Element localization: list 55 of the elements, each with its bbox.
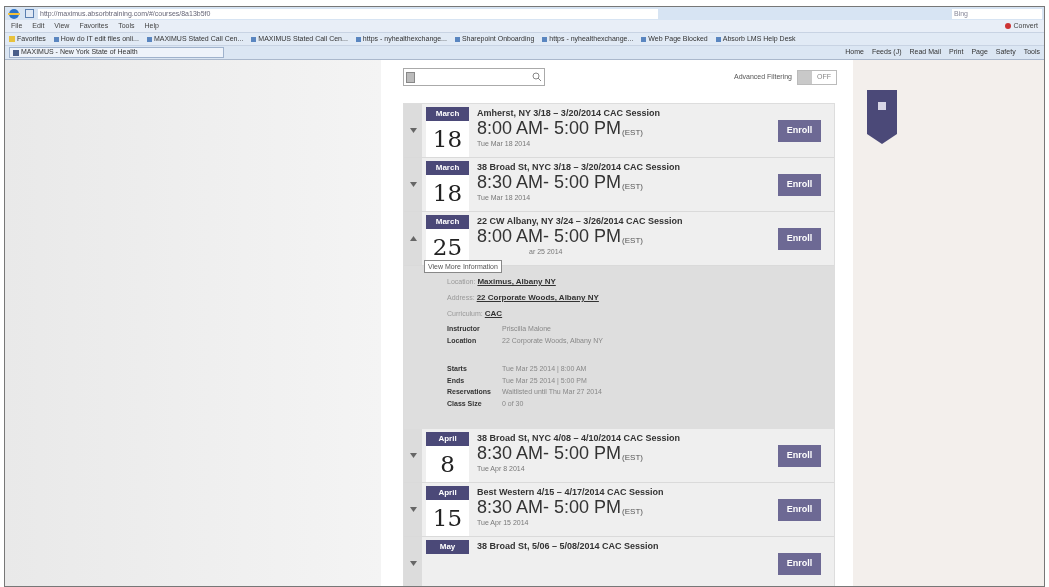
session-title: 38 Broad St, NYC 4/08 – 4/10/2014 CAC Session (477, 432, 682, 444)
time-zone: (EST) (622, 237, 643, 245)
page-icon (542, 36, 548, 42)
month-badge: April (426, 486, 469, 500)
month-badge: March (426, 107, 469, 121)
detail-link[interactable]: CAC (484, 308, 503, 320)
browser-logo-icon (7, 7, 21, 20)
caret-icon[interactable] (409, 561, 417, 566)
month-badge: May (426, 540, 469, 554)
time-zone: (EST) (622, 508, 643, 516)
session-title: 38 Broad St, NYC 3/18 – 3/20/2014 CAC Session (477, 161, 682, 173)
session-time: 8:00 AM- 5:00 PM (477, 119, 622, 137)
page-icon (641, 36, 647, 42)
page-icon (454, 36, 460, 42)
time-zone: (EST) (622, 129, 643, 137)
day-number: 18 (426, 175, 469, 211)
enroll-button[interactable]: Enroll (778, 173, 821, 196)
caret-icon[interactable] (409, 236, 417, 241)
day-number: 18 (426, 121, 469, 157)
enroll-button[interactable]: Enroll (778, 552, 821, 575)
tab-icon (13, 49, 19, 56)
detail-link[interactable]: Maximus, Albany NY (477, 276, 556, 288)
caret-icon[interactable] (409, 507, 417, 512)
caret-icon[interactable] (409, 453, 417, 458)
session-time: 8:00 AM- 5:00 PM (477, 227, 622, 245)
month-badge: March (426, 215, 469, 229)
enroll-button[interactable]: Enroll (778, 444, 821, 467)
enroll-button[interactable]: Enroll (778, 227, 821, 250)
caret-icon[interactable] (409, 128, 417, 133)
session-title: 38 Broad St, 5/06 – 5/08/2014 CAC Session (477, 540, 660, 552)
day-number: 8 (426, 446, 469, 482)
month-badge: April (426, 432, 469, 446)
filter-icon (406, 71, 415, 83)
day-number: 15 (426, 500, 469, 536)
time-zone: (EST) (622, 454, 643, 462)
page-icon (715, 36, 721, 42)
session-title: 22 CW Albany, NY 3/24 – 3/26/2014 CAC Session (477, 215, 684, 227)
page-icon (251, 36, 257, 42)
page-icon (53, 36, 59, 42)
session-time: 8:30 AM- 5:00 PM (477, 498, 622, 516)
page-icon (355, 36, 361, 42)
search-field[interactable] (403, 68, 545, 86)
enroll-button[interactable]: Enroll (778, 498, 821, 521)
bookmark-ribbon-icon[interactable] (867, 90, 897, 144)
detail-link[interactable]: 22 Corporate Woods, Albany NY (476, 292, 599, 304)
month-badge: March (426, 161, 469, 175)
session-time: 8:30 AM- 5:00 PM (477, 173, 622, 191)
time-zone: (EST) (622, 183, 643, 191)
caret-icon[interactable] (409, 182, 417, 187)
page-icon (146, 36, 152, 42)
session-title: Amherst, NY 3/18 – 3/20/2014 CAC Session (477, 107, 661, 119)
session-time: 8:30 AM- 5:00 PM (477, 444, 622, 462)
search-icon (532, 72, 542, 82)
enroll-button[interactable]: Enroll (778, 119, 821, 142)
session-title: Best Western 4/15 – 4/17/2014 CAC Session (477, 486, 665, 498)
